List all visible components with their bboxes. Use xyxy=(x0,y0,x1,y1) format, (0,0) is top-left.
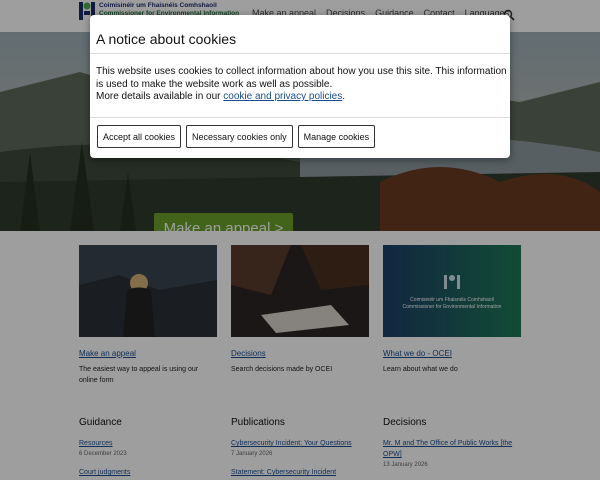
accept-all-cookies-button[interactable]: Accept all cookies xyxy=(97,125,182,148)
manage-cookies-button[interactable]: Manage cookies xyxy=(297,125,376,148)
cookie-button-group: Accept all cookies Necessary cookies onl… xyxy=(90,118,510,148)
cookie-more-details-suffix: . xyxy=(342,91,346,102)
cookie-privacy-policies-link[interactable]: cookie and privacy policies xyxy=(223,91,342,102)
necessary-cookies-only-button[interactable]: Necessary cookies only xyxy=(186,125,293,148)
cookie-notice-dialog: A notice about cookies This website uses… xyxy=(90,15,510,158)
cookie-more-details-prefix: More details available in our xyxy=(96,91,224,102)
cookie-notice-title: A notice about cookies xyxy=(96,31,237,47)
cookie-notice-body: This website uses cookies to collect inf… xyxy=(90,54,510,117)
cookie-notice-text: This website uses cookies to collect inf… xyxy=(96,66,507,90)
